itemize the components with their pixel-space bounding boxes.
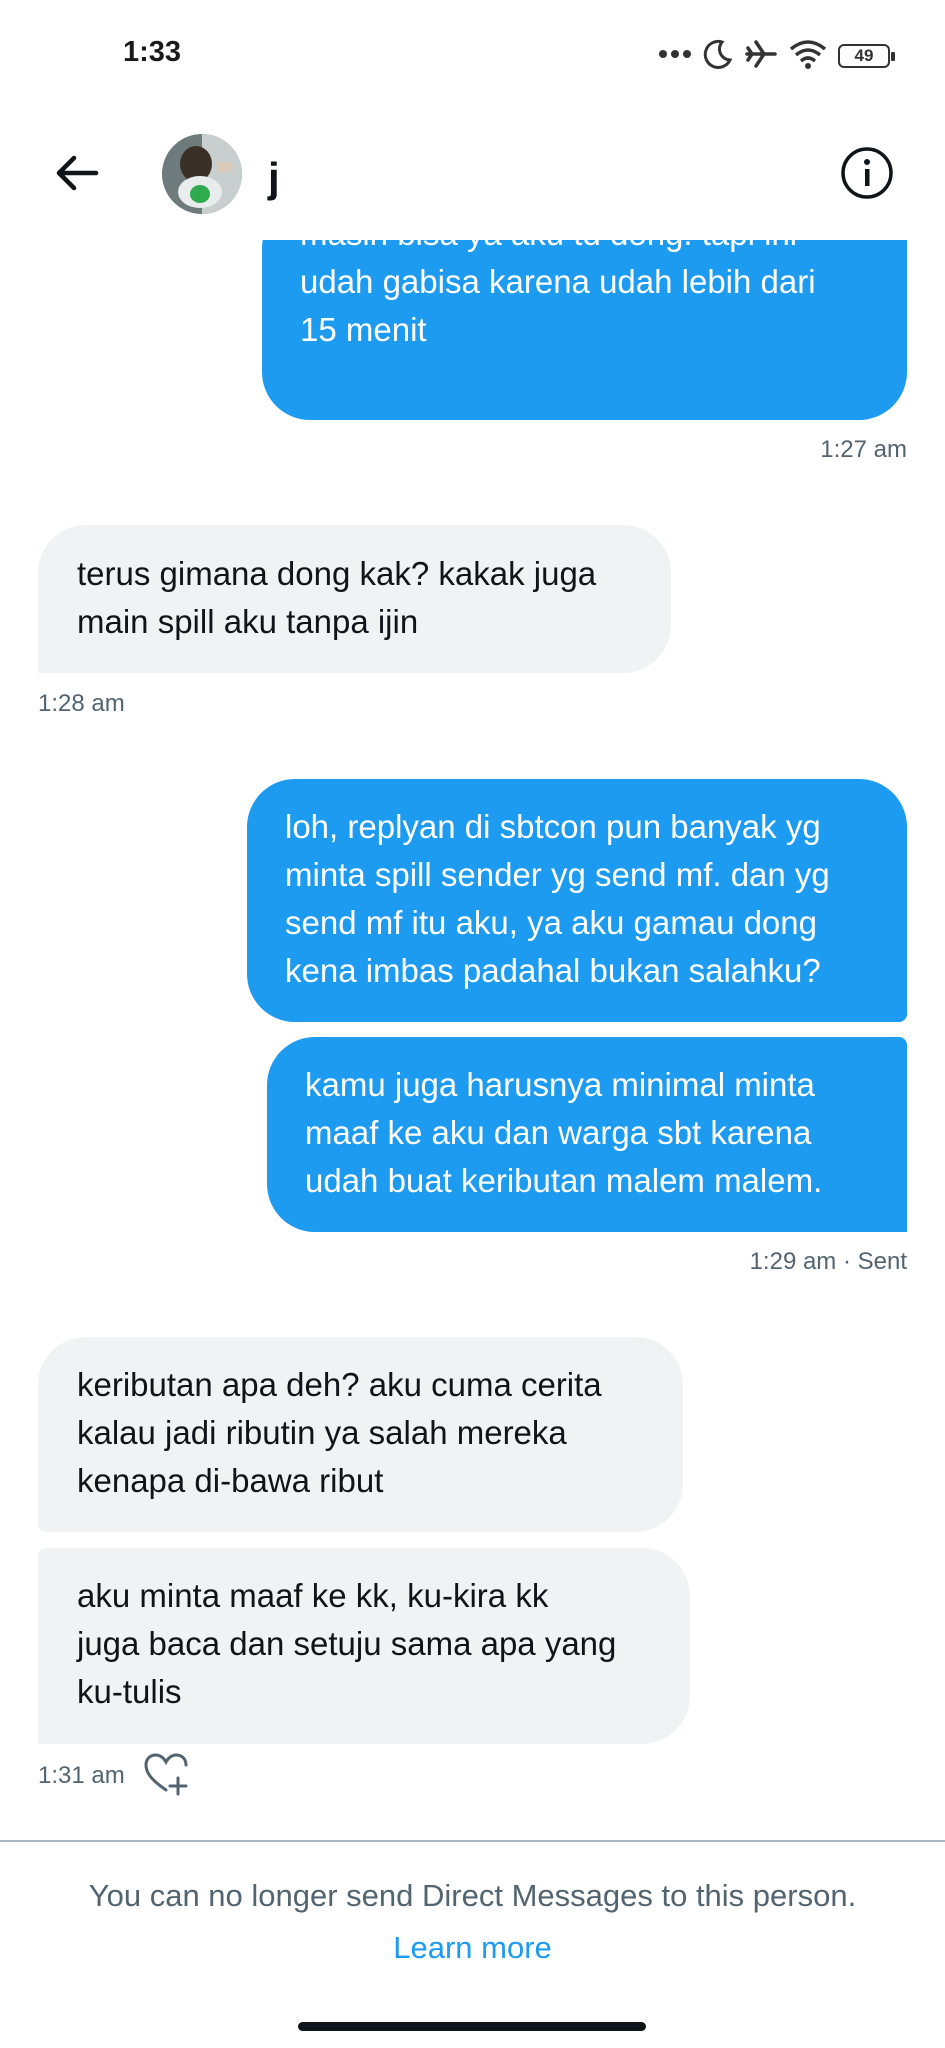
message-bubble-outgoing[interactable]: kamu juga harusnya minimal minta maaf ke… (267, 1037, 907, 1232)
moon-icon (702, 38, 734, 75)
message-bubble-incoming[interactable]: aku minta maaf ke kk, ku-kira kk juga ba… (38, 1548, 690, 1744)
message-bubble-outgoing[interactable]: loh, replyan di sbtcon pun banyak yg min… (247, 779, 907, 1022)
heart-add-icon[interactable] (142, 1752, 190, 1801)
contact-name[interactable]: j (268, 154, 280, 202)
footer-divider (0, 1840, 945, 1842)
info-circle-icon (840, 146, 894, 205)
learn-more-link[interactable]: Learn more (0, 1930, 945, 1966)
arrow-left-icon (54, 153, 100, 198)
dm-disabled-notice: You can no longer send Direct Messages t… (88, 1878, 857, 1913)
info-button[interactable] (838, 146, 896, 204)
message-list[interactable]: masih bisa ya aku td dong. tapi ini udah… (0, 240, 945, 1840)
more-dots-icon (658, 47, 692, 65)
back-button[interactable] (48, 146, 106, 204)
message-timestamp: 1:28 am (38, 690, 125, 717)
battery-level: 49 (854, 46, 874, 65)
battery-icon: 49 (838, 44, 895, 68)
wifi-icon (788, 38, 828, 75)
home-indicator[interactable] (298, 2022, 646, 2031)
message-bubble-incoming[interactable]: keributan apa deh? aku cuma cerita kalau… (38, 1337, 683, 1532)
avatar[interactable] (162, 134, 242, 214)
airplane-icon (744, 38, 778, 75)
status-icons: 49 (658, 38, 895, 75)
message-bubble-incoming[interactable]: terus gimana dong kak? kakak juga main s… (38, 525, 671, 673)
status-time: 1:33 (123, 36, 182, 68)
message-timestamp: 1:31 am (38, 1762, 125, 1789)
status-bar: 1:33 49 (0, 0, 945, 110)
message-bubble-outgoing[interactable]: masih bisa ya aku td dong. tapi ini udah… (262, 240, 907, 420)
message-timestamp: 1:29 am · Sent (749, 1248, 907, 1275)
message-timestamp: 1:27 am (820, 436, 907, 463)
conversation-header: j (0, 110, 945, 240)
